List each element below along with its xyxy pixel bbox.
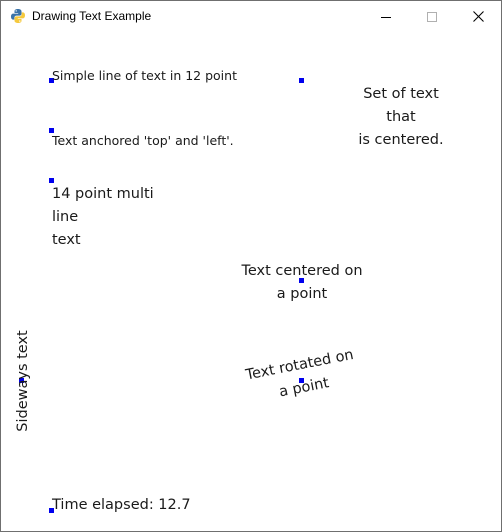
anchor-marker (299, 78, 304, 83)
python-icon (11, 9, 25, 23)
multiline-text-line: 14 point multi (52, 186, 154, 202)
minimize-icon (381, 16, 391, 18)
drawing-canvas[interactable]: Simple line of text in 12 point Text anc… (1, 32, 501, 531)
simple-line-text: Simple line of text in 12 point (52, 68, 237, 83)
minimize-button[interactable] (363, 1, 409, 32)
anchored-text: Text anchored 'top' and 'left'. (52, 133, 234, 148)
close-button[interactable] (455, 1, 501, 32)
centered-text-line: Set of text (363, 86, 439, 102)
window-title: Drawing Text Example (32, 9, 152, 23)
rotated-text: Text rotated on a point (219, 339, 385, 415)
app-window: Drawing Text Example Simple line of text… (0, 0, 502, 532)
multiline-text: 14 point multi line text (52, 183, 154, 252)
centered-text-line: that (386, 109, 416, 125)
time-elapsed-text: Time elapsed: 12.7 (52, 497, 191, 513)
maximize-button[interactable] (409, 1, 455, 32)
multiline-text-line: text (52, 232, 81, 248)
title-bar[interactable]: Drawing Text Example (1, 1, 501, 32)
point-centered-line: a point (276, 286, 328, 302)
sideways-text: Sideways text (15, 330, 31, 432)
maximize-icon (427, 11, 437, 22)
centered-text-block: Set of text that is centered. (341, 83, 461, 152)
centered-text-line: is centered. (358, 132, 444, 148)
multiline-text-line: line (52, 209, 79, 225)
point-centered-text: Text centered on a point (222, 260, 382, 306)
close-icon (472, 11, 484, 22)
point-centered-line: Text centered on (241, 263, 363, 279)
